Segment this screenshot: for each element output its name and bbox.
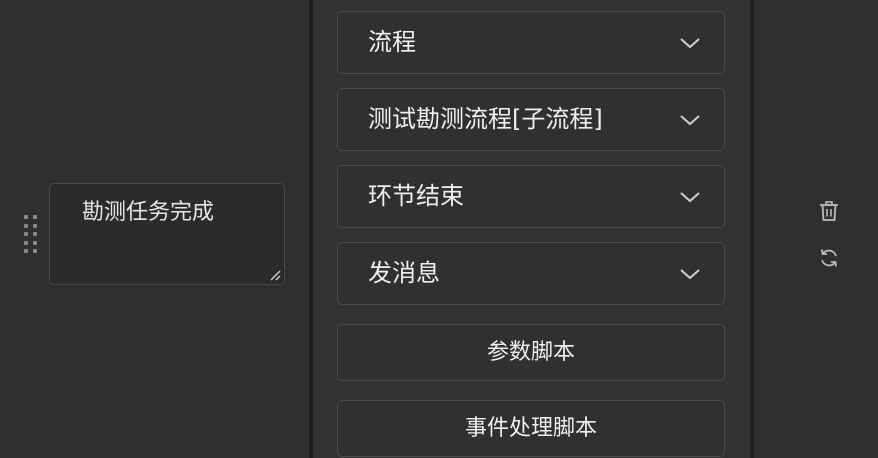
event-select-value: 环节结束 bbox=[368, 182, 464, 210]
process-select[interactable]: 测试勘测流程[子流程] bbox=[337, 88, 725, 151]
message-textarea-box: 勘测任务完成 bbox=[49, 183, 285, 285]
resize-grip-icon[interactable] bbox=[269, 269, 281, 281]
actions-panel bbox=[754, 0, 878, 458]
chevron-down-icon bbox=[680, 192, 700, 203]
rule-row: 勘测任务完成 流程 测试勘测流程[子流程] 环节结束 发消息 参数脚本 事件处理… bbox=[0, 0, 878, 458]
chevron-down-icon bbox=[680, 269, 700, 280]
process-select-value: 测试勘测流程[子流程] bbox=[368, 105, 603, 133]
trash-icon[interactable] bbox=[817, 199, 841, 223]
message-textarea[interactable]: 勘测任务完成 bbox=[50, 184, 284, 284]
type-select-value: 流程 bbox=[368, 28, 416, 56]
action-select-value: 发消息 bbox=[368, 259, 440, 287]
type-select[interactable]: 流程 bbox=[337, 11, 725, 74]
event-script-button[interactable]: 事件处理脚本 bbox=[337, 400, 725, 457]
param-script-button[interactable]: 参数脚本 bbox=[337, 324, 725, 381]
left-panel: 勘测任务完成 bbox=[0, 0, 308, 458]
drag-handle-icon[interactable] bbox=[24, 215, 38, 255]
refresh-icon[interactable] bbox=[817, 246, 841, 270]
chevron-down-icon bbox=[680, 38, 700, 49]
chevron-down-icon bbox=[680, 115, 700, 126]
event-select[interactable]: 环节结束 bbox=[337, 165, 725, 228]
action-select[interactable]: 发消息 bbox=[337, 242, 725, 305]
config-panel: 流程 测试勘测流程[子流程] 环节结束 发消息 参数脚本 事件处理脚本 bbox=[313, 0, 750, 458]
